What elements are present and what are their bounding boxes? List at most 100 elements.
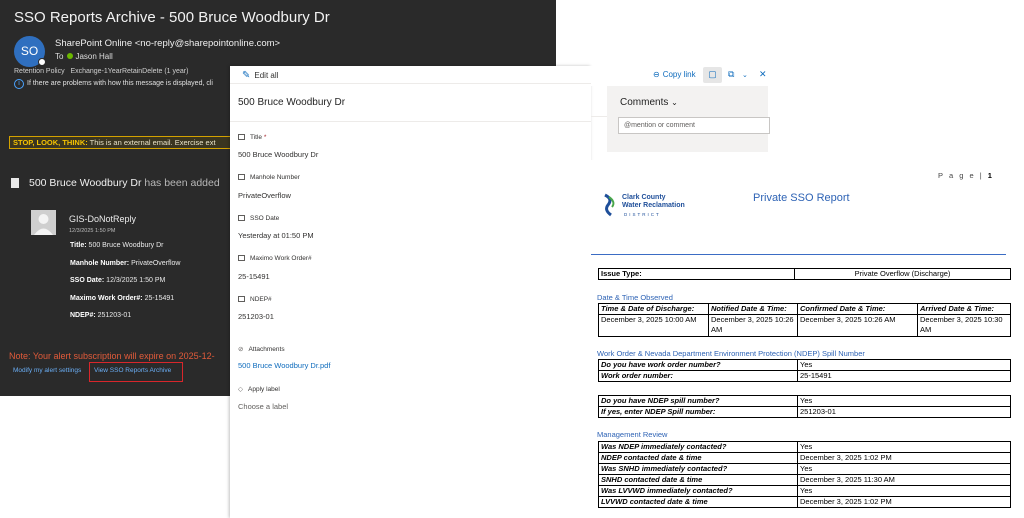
modify-alert-settings-link[interactable]: Modify my alert settings — [13, 367, 81, 374]
table-cell: December 3, 2025 10:00 AM — [598, 314, 709, 337]
chevron-down-icon: ⌄ — [671, 98, 678, 107]
online-status-icon — [67, 53, 74, 59]
issue-type-table: Issue Type: Private Overflow (Discharge) — [598, 268, 1011, 280]
comment-input[interactable]: @mention or comment — [618, 117, 770, 134]
author-name: GIS-DoNotReply — [69, 214, 137, 224]
attachment-link[interactable]: 500 Bruce Woodbury Dr.pdf — [238, 361, 330, 370]
field-label-title: Title * — [238, 134, 266, 141]
close-icon[interactable]: ✕ — [759, 69, 767, 80]
table-cell: December 3, 2025 10:26 AM — [708, 314, 798, 337]
field-label-manhole: Manhole Number — [238, 174, 300, 181]
pdf-report-page: P a g e | 1 Clark County Water Reclamatio… — [591, 160, 1024, 518]
table-cell: December 3, 2025 1:02 PM — [797, 496, 1011, 508]
comment-icon: ▢ — [708, 69, 717, 79]
field-value: PrivateOverflow — [129, 260, 181, 267]
logo-text: Clark County Water Reclamation — [622, 194, 685, 210]
field-label-sso-date: SSO Date — [238, 215, 279, 222]
table-row: Was NDEP immediately contacted? Yes — [598, 441, 1011, 453]
share-icon[interactable]: ⧉ — [728, 69, 734, 80]
table-row: Do you have work order number? Yes — [598, 359, 1011, 371]
field-value: 251203-01 — [95, 312, 132, 319]
label-text: NDEP# — [250, 296, 272, 303]
ndep-table: Do you have NDEP spill number? Yes If yes… — [598, 395, 1011, 418]
field-label: NDEP#: — [70, 312, 96, 319]
choose-label-dropdown[interactable]: Choose a label — [238, 402, 288, 411]
issue-type-label: Issue Type: — [598, 268, 795, 280]
table-cell: Was SNHD immediately contacted? — [598, 463, 798, 475]
divider — [230, 121, 591, 122]
email-field-ndep: NDEP#: 251203-01 — [70, 312, 131, 319]
recipient-name[interactable]: Jason Hall — [75, 52, 112, 61]
to-label: To — [55, 52, 64, 61]
table-cell: If yes, enter NDEP Spill number: — [598, 406, 798, 418]
label-text: SSO Date — [250, 215, 280, 222]
table-header: Notified Date & Time: — [708, 303, 798, 315]
field-value: 25-15491 — [142, 295, 175, 302]
view-sso-archive-link[interactable]: View SSO Reports Archive — [89, 362, 183, 382]
text-field-icon — [238, 296, 245, 302]
comments-header[interactable]: Comments ⌄ — [620, 97, 678, 108]
table-row: Time & Date of Discharge: Notified Date … — [598, 303, 1011, 315]
comments-toggle-button[interactable]: ▢ — [703, 67, 722, 83]
table-row: Work order number: 25-15491 — [598, 370, 1011, 382]
table-cell: December 3, 2025 10:26 AM — [797, 314, 918, 337]
item-details-panel: ✎ Edit all 500 Bruce Woodbury Dr Title * … — [230, 66, 591, 518]
label-text: Maximo Work Order# — [250, 255, 312, 262]
text-field-icon — [238, 255, 245, 261]
table-cell: Work order number: — [598, 370, 798, 382]
text-field-icon — [238, 134, 245, 140]
document-icon — [11, 178, 19, 188]
section-work-order: Work Order & Nevada Department Environme… — [597, 349, 865, 358]
title-value[interactable]: 500 Bruce Woodbury Dr — [238, 150, 318, 159]
field-label: SSO Date: — [70, 277, 105, 284]
manhole-value[interactable]: PrivateOverflow — [238, 191, 291, 200]
chevron-down-icon[interactable]: ⌄ — [742, 71, 748, 79]
warning-text: This is an external email. Exercise ext — [87, 138, 216, 147]
retention-value[interactable]: Exchange-1YearRetainDelete (1 year) — [70, 68, 188, 75]
required-marker: * — [263, 134, 267, 141]
table-cell: December 3, 2025 1:02 PM — [797, 452, 1011, 464]
table-header: Time & Date of Discharge: — [598, 303, 709, 315]
table-cell: Was NDEP immediately contacted? — [598, 441, 798, 453]
table-row: NDEP contacted date & time December 3, 20… — [598, 452, 1011, 464]
field-label-work-order: Maximo Work Order# — [238, 255, 312, 262]
ndep-value[interactable]: 251203-01 — [238, 312, 274, 321]
subscription-expiry-note: Note: Your alert subscription will expir… — [9, 351, 215, 361]
email-field-title: Title: 500 Bruce Woodbury Dr — [70, 242, 164, 249]
edit-all-label: Edit all — [254, 71, 279, 80]
field-value: 12/3/2025 1:50 PM — [104, 277, 166, 284]
work-order-value[interactable]: 25-15491 — [238, 272, 270, 281]
table-row: December 3, 2025 10:00 AM December 3, 20… — [598, 314, 1011, 337]
email-field-work-order: Maximo Work Order#: 25-15491 — [70, 295, 174, 302]
label-text: Title — [250, 134, 263, 141]
link-icon: ⊖ — [653, 70, 660, 79]
table-cell: Do you have NDEP spill number? — [598, 395, 798, 407]
edit-all-button[interactable]: ✎ Edit all — [242, 70, 278, 81]
label-text: Apply label — [248, 386, 280, 393]
table-cell: December 3, 2025 11:30 AM — [797, 474, 1011, 486]
info-icon: i — [14, 79, 24, 89]
copy-link-button[interactable]: ⊖ Copy link — [653, 70, 699, 79]
comments-title: Comments — [620, 97, 669, 108]
display-info-text: If there are problems with how this mess… — [27, 80, 213, 87]
table-row: If yes, enter NDEP Spill number: 251203-0… — [598, 406, 1011, 418]
field-label-ndep: NDEP# — [238, 296, 272, 303]
table-cell: 251203-01 — [797, 406, 1011, 418]
presence-icon — [38, 58, 46, 66]
copy-link-label: Copy link — [662, 70, 696, 79]
table-cell: Yes — [797, 463, 1011, 475]
display-info-bar[interactable]: i If there are problems with how this mes… — [14, 79, 213, 89]
user-placeholder-icon — [31, 210, 56, 235]
table-cell: LVVWD contacted date & time — [598, 496, 798, 508]
logo-line-3: DISTRICT — [624, 212, 661, 217]
sender-address[interactable]: SharePoint Online <no-reply@sharepointon… — [55, 38, 280, 49]
logo-line-2: Water Reclamation — [622, 202, 685, 209]
field-label-attachments: ⊘ Attachments — [238, 345, 285, 353]
page-indicator: P a g e | 1 — [938, 171, 992, 180]
field-label-apply-label: ◇ Apply label — [238, 385, 280, 393]
table-row: Issue Type: Private Overflow (Discharge) — [598, 268, 1011, 280]
sso-date-value[interactable]: Yesterday at 01:50 PM — [238, 231, 314, 240]
table-row: LVVWD contacted date & time December 3, 2… — [598, 496, 1011, 508]
table-cell: Yes — [797, 395, 1011, 407]
table-cell: 25-15491 — [797, 370, 1011, 382]
